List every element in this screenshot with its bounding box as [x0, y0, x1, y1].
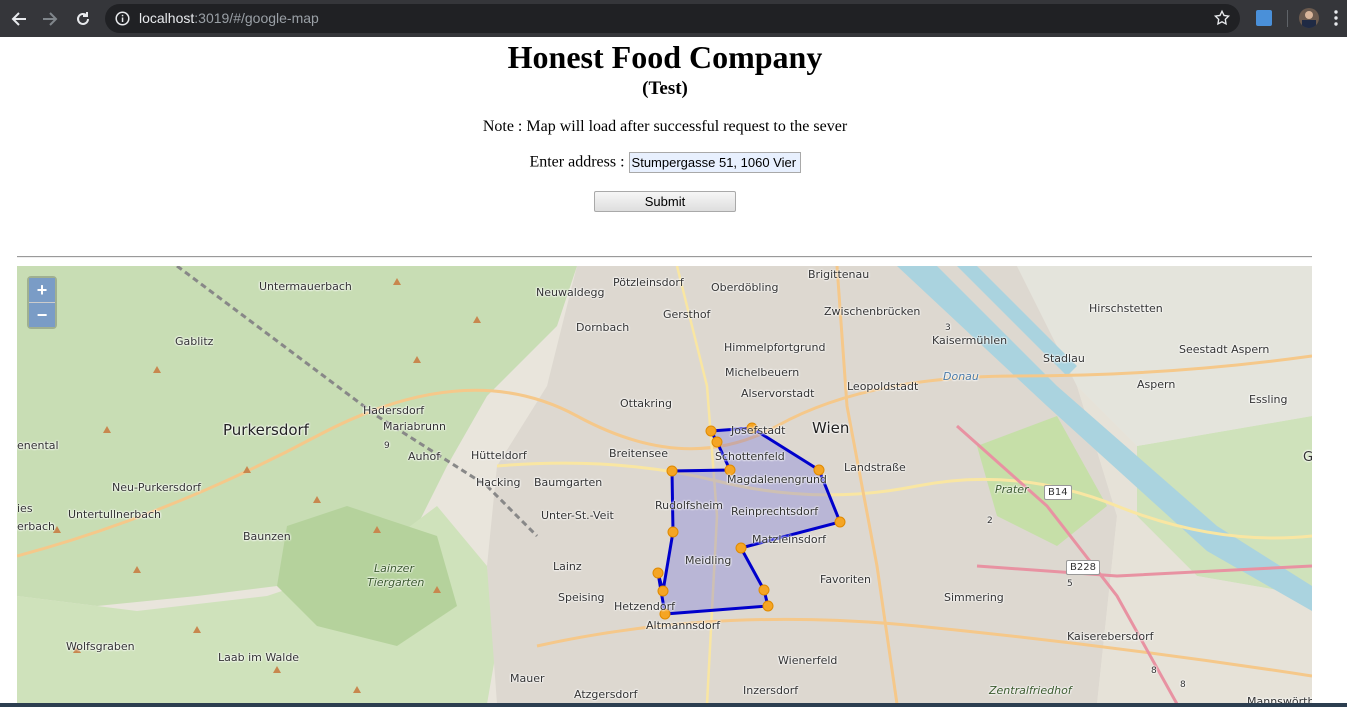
map-label: Wien [812, 419, 850, 437]
map-label: G [1303, 450, 1312, 465]
map-label: Kaisermühlen [932, 334, 1008, 347]
map-label: Altmannsdorf [646, 619, 721, 632]
road-number: 5 [1067, 579, 1073, 589]
map-label: Speising [558, 591, 605, 604]
map-label: Inzersdorf [743, 684, 799, 697]
address-row: Enter address : [0, 151, 1330, 173]
kebab-menu-icon[interactable] [1333, 10, 1339, 31]
map-label: Ottakring [620, 397, 672, 410]
map-label: Hetzendorf [614, 600, 675, 613]
road-number: 2 [987, 516, 993, 526]
map-view[interactable]: + − Untermauerbach Neuwaldegg Pötzleinsd… [17, 266, 1312, 704]
road-number: 8 [1180, 680, 1186, 690]
map-label: Alservorstadt [741, 387, 815, 400]
map-label: Hadersdorf [363, 404, 425, 417]
submit-button[interactable]: Submit [594, 191, 736, 212]
map-label: erbach [17, 520, 56, 533]
page-title: Honest Food Company [507, 39, 823, 75]
map-label: Mariabrunn [383, 420, 446, 433]
map-label: Oberdöbling [711, 281, 779, 294]
map-label: Prater [995, 483, 1029, 496]
reload-icon[interactable] [70, 6, 96, 32]
url-text: localhost:3019/#/google-map [139, 10, 319, 26]
map-label: Hirschstetten [1089, 302, 1163, 315]
map-label: Wienerfeld [778, 654, 838, 667]
map-label: Brigittenau [808, 268, 870, 281]
map-label: Simmering [944, 591, 1004, 604]
map-label: Josefstadt [731, 424, 786, 437]
map-label: Pötzleinsdorf [613, 276, 684, 289]
profile-avatar[interactable] [1299, 8, 1319, 28]
map-label: Untermauerbach [259, 280, 352, 293]
map-label: Laab im Walde [218, 651, 300, 664]
map-label: Meidling [685, 554, 732, 567]
address-label: Enter address : [529, 153, 625, 171]
map-label: Dornbach [576, 321, 630, 334]
address-input[interactable] [628, 151, 801, 173]
map-label: Lainz [553, 560, 582, 573]
map-label: Hütteldorf [471, 449, 527, 462]
map-label: Donau [943, 370, 979, 383]
load-note: Note : Map will load after successful re… [482, 118, 848, 135]
map-label: enental [17, 439, 59, 452]
map-label: ies [17, 502, 33, 515]
map-label: Michelbeuern [725, 366, 800, 379]
road-shield: B228 [1066, 560, 1100, 575]
map-label: Himmelpfortgrund [724, 341, 826, 354]
map-label: Aspern [1137, 378, 1176, 391]
map-label: Baunzen [243, 530, 291, 543]
map-label: Zwischenbrücken [824, 305, 921, 318]
map-label: Wolfsgraben [66, 640, 135, 653]
road-number: 3 [945, 323, 951, 333]
map-label: Tiergarten [367, 576, 425, 589]
map-label: Schottenfeld [715, 450, 785, 463]
map-label: Magdalenengrund [727, 473, 827, 486]
zoom-out-button[interactable]: − [29, 302, 55, 327]
map-label: Favoriten [820, 573, 871, 586]
toolbar-separator [1287, 10, 1288, 27]
map-label: Lainzer [374, 562, 414, 575]
map-label: Neuwaldegg [536, 286, 605, 299]
map-label: Landstraße [844, 461, 906, 474]
map-label: Zentralfriedhof [989, 684, 1072, 697]
divider [17, 256, 1312, 258]
map-label: Stadlau [1043, 352, 1085, 365]
map-label: Purkersdorf [223, 421, 309, 439]
forward-icon[interactable] [37, 6, 63, 32]
map-label: Unter-St.-Veit [541, 509, 614, 522]
browser-toolbar: localhost:3019/#/google-map [0, 0, 1347, 37]
map-label: Baumgarten [534, 476, 603, 489]
map-label: Matzleinsdorf [752, 533, 827, 546]
map-label: Auhof [408, 450, 441, 463]
map-label: Gersthof [663, 308, 711, 321]
road-number: 9 [384, 441, 390, 451]
map-label: Mauer [510, 672, 545, 685]
map-label: Neu-Purkersdorf [112, 481, 201, 494]
back-icon[interactable] [6, 6, 32, 32]
map-label: Breitensee [609, 447, 668, 460]
map-label: Essling [1249, 393, 1288, 406]
map-label: Untertullnerbach [68, 508, 162, 521]
zoom-control: + − [27, 276, 57, 329]
map-label: Atzgersdorf [574, 688, 638, 701]
map-label: Rudolfsheim [655, 499, 724, 512]
map-label: Gablitz [175, 335, 214, 348]
extension-icon[interactable] [1256, 10, 1272, 26]
map-label: Reinprechtsdorf [731, 505, 819, 518]
map-label: Seestadt Aspern [1179, 343, 1270, 356]
road-number: 8 [1151, 666, 1157, 676]
map-label: Kaiserebersdorf [1067, 630, 1154, 643]
map-label: Hacking [476, 476, 521, 489]
zoom-in-button[interactable]: + [29, 278, 55, 302]
road-shield: B14 [1044, 485, 1072, 500]
bookmark-star-icon[interactable] [1213, 9, 1231, 32]
map-label: Leopoldstadt [847, 380, 919, 393]
address-bar[interactable]: localhost:3019/#/google-map [105, 4, 1240, 33]
taskbar-edge [0, 703, 1347, 707]
page-subtitle: (Test) [642, 78, 688, 99]
info-icon[interactable] [115, 11, 130, 31]
